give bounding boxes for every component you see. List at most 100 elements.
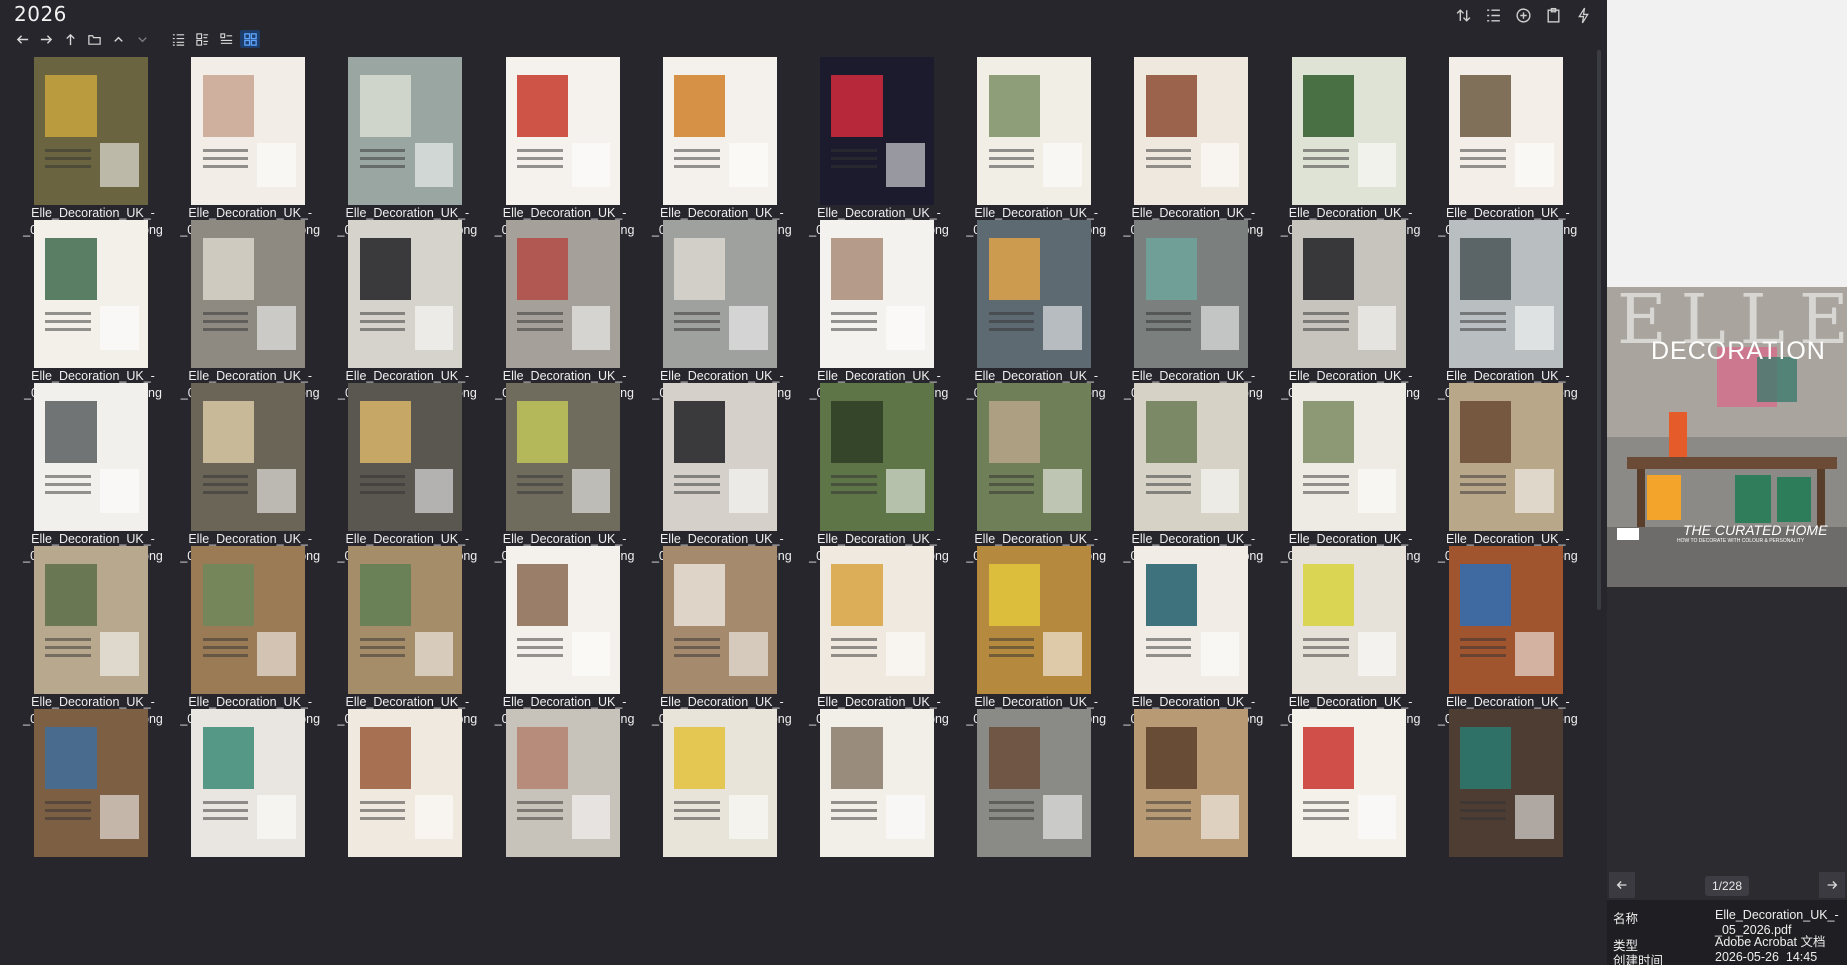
thumbnail-image <box>505 709 620 857</box>
file-thumbnail-item[interactable]: Elle_Decoration_UK_-_05_2026_页面_113.png <box>332 220 482 410</box>
preview-image: ELLE DECORATION THE CURATED HOME HOW TO … <box>1607 287 1847 587</box>
thumbnail-image <box>191 57 306 205</box>
file-thumbnail-item[interactable]: Elle_Decoration_UK_-_05_2026_页面_138.png <box>1118 546 1268 736</box>
file-thumbnail-item[interactable]: Elle_Decoration_UK_-_05_2026_页面_114.png <box>490 220 640 410</box>
file-thumbnail-item[interactable]: Elle_Decoration_UK_-_05_2026_页面_107.png <box>961 57 1111 247</box>
file-thumbnail-item[interactable] <box>18 709 168 899</box>
thumbnail-image <box>348 57 463 205</box>
file-thumbnail-item[interactable]: Elle_Decoration_UK_-_05_2026_页面_116.png <box>804 220 954 410</box>
folder-title: 2026 <box>14 2 67 26</box>
file-thumbnail-item[interactable]: Elle_Decoration_UK_-_05_2026_页面_102.png <box>175 57 325 247</box>
file-thumbnail-item[interactable]: Elle_Decoration_UK_-_05_2026_页面_110.png <box>1433 57 1583 247</box>
file-thumbnail-item[interactable]: Elle_Decoration_UK_-_05_2026_页面_125.png <box>647 383 797 573</box>
filter-list-icon[interactable] <box>1483 5 1503 25</box>
file-thumbnail-item[interactable]: Elle_Decoration_UK_-_05_2026_页面_118.png <box>1118 220 1268 410</box>
file-thumbnail-item[interactable]: Elle_Decoration_UK_-_05_2026_页面_139.png <box>1276 546 1426 736</box>
thumbnail-image <box>1134 383 1249 531</box>
file-thumbnail-item[interactable] <box>647 709 797 899</box>
chevron-down-icon[interactable] <box>132 30 152 48</box>
up-icon[interactable] <box>60 30 80 48</box>
thumbnail-image <box>820 57 934 205</box>
thumbnail-image <box>1448 546 1563 694</box>
file-thumbnail-item[interactable]: Elle_Decoration_UK_-_05_2026_页面_140.png <box>1433 546 1583 736</box>
file-thumbnail-item[interactable]: Elle_Decoration_UK_-_05_2026_页面_104.png <box>490 57 640 247</box>
preview-pane: ELLE DECORATION THE CURATED HOME HOW TO … <box>1607 0 1847 965</box>
folder-icon[interactable] <box>84 30 104 48</box>
sidebar-resize-handle[interactable] <box>0 440 3 480</box>
file-thumbnail-item[interactable]: Elle_Decoration_UK_-_05_2026_页面_131.png <box>18 546 168 736</box>
file-thumbnail-item[interactable]: Elle_Decoration_UK_-_05_2026_页面_130.png <box>1433 383 1583 573</box>
top-right-toolbar <box>1453 5 1593 25</box>
thumbnail-image <box>662 57 777 205</box>
thumbnail-image <box>1134 220 1249 368</box>
list-view-icon[interactable] <box>216 30 236 48</box>
forward-icon[interactable] <box>36 30 56 48</box>
file-thumbnail-item[interactable] <box>804 709 954 899</box>
file-thumbnail-item[interactable]: Elle_Decoration_UK_-_05_2026_页面_132.png <box>175 546 325 736</box>
tiles-view-icon[interactable] <box>192 30 212 48</box>
file-thumbnail-item[interactable]: Elle_Decoration_UK_-_05_2026_页面_126.png <box>804 383 954 573</box>
next-page-button[interactable] <box>1819 872 1845 898</box>
thumbnail-image <box>1291 220 1406 368</box>
file-thumbnail-item[interactable]: Elle_Decoration_UK_-_05_2026_页面_133.png <box>332 546 482 736</box>
file-thumbnail-item[interactable] <box>175 709 325 899</box>
thumbnail-image <box>820 383 934 531</box>
clipboard-icon[interactable] <box>1543 5 1563 25</box>
file-thumbnail-item[interactable]: Elle_Decoration_UK_-_05_2026_页面_123.png <box>332 383 482 573</box>
thumbnail-image <box>1134 709 1249 857</box>
vertical-scrollbar[interactable] <box>1594 50 1604 965</box>
file-browser-pane: 2026 Elle_Decoration_UK_-_05_2026_页面_101… <box>0 0 1607 965</box>
file-thumbnail-item[interactable] <box>961 709 1111 899</box>
file-thumbnail-item[interactable] <box>490 709 640 899</box>
scrollbar-thumb[interactable] <box>1597 50 1601 610</box>
file-thumbnail-item[interactable]: Elle_Decoration_UK_-_05_2026_页面_122.png <box>175 383 325 573</box>
file-thumbnail-item[interactable]: Elle_Decoration_UK_-_05_2026_页面_106.png <box>804 57 954 247</box>
cover-headline: THE CURATED HOME <box>1683 522 1828 538</box>
file-thumbnail-item[interactable]: Elle_Decoration_UK_-_05_2026_页面_111.png <box>18 220 168 410</box>
thumbnail-image <box>1291 383 1406 531</box>
previous-page-button[interactable] <box>1609 872 1635 898</box>
thumbnail-image <box>977 383 1092 531</box>
file-thumbnail-item[interactable]: Elle_Decoration_UK_-_05_2026_页面_124.png <box>490 383 640 573</box>
file-thumbnail-item[interactable] <box>332 709 482 899</box>
back-icon[interactable] <box>12 30 32 48</box>
file-thumbnail-item[interactable]: Elle_Decoration_UK_-_05_2026_页面_127.png <box>961 383 1111 573</box>
thumbnail-image <box>820 709 934 857</box>
file-thumbnail-item[interactable]: Elle_Decoration_UK_-_05_2026_页面_101.png <box>18 57 168 247</box>
thumbnail-image <box>662 220 777 368</box>
file-thumbnail-item[interactable] <box>1276 709 1426 899</box>
sort-icon[interactable] <box>1453 5 1473 25</box>
thumbnail-image <box>1448 220 1563 368</box>
thumbnail-image <box>505 383 620 531</box>
file-thumbnail-item[interactable]: Elle_Decoration_UK_-_05_2026_页面_137.png <box>961 546 1111 736</box>
file-thumbnail-item[interactable] <box>1118 709 1268 899</box>
file-thumbnail-item[interactable]: Elle_Decoration_UK_-_05_2026_页面_112.png <box>175 220 325 410</box>
file-thumbnail-item[interactable]: Elle_Decoration_UK_-_05_2026_页面_119.png <box>1276 220 1426 410</box>
file-thumbnail-item[interactable]: Elle_Decoration_UK_-_05_2026_页面_129.png <box>1276 383 1426 573</box>
file-thumbnail-item[interactable]: Elle_Decoration_UK_-_05_2026_页面_128.png <box>1118 383 1268 573</box>
thumbnail-image <box>348 220 463 368</box>
file-thumbnail-item[interactable]: Elle_Decoration_UK_-_05_2026_页面_108.png <box>1118 57 1268 247</box>
preview-blank-area <box>1607 0 1847 287</box>
file-thumbnail-item[interactable]: Elle_Decoration_UK_-_05_2026_页面_135.png <box>647 546 797 736</box>
file-thumbnail-item[interactable]: Elle_Decoration_UK_-_05_2026_页面_134.png <box>490 546 640 736</box>
file-thumbnail-item[interactable]: Elle_Decoration_UK_-_05_2026_页面_103.png <box>332 57 482 247</box>
file-thumbnail-item[interactable]: Elle_Decoration_UK_-_05_2026_页面_109.png <box>1276 57 1426 247</box>
type-value: Adobe Acrobat 文档 <box>1715 935 1826 949</box>
file-thumbnail-item[interactable]: Elle_Decoration_UK_-_05_2026_页面_105.png <box>647 57 797 247</box>
thumbnail-image <box>1134 57 1249 205</box>
add-icon[interactable] <box>1513 5 1533 25</box>
arrow-left-icon <box>1616 881 1627 889</box>
file-thumbnail-item[interactable]: Elle_Decoration_UK_-_05_2026_页面_136.png <box>804 546 954 736</box>
file-explorer-window: 2026 Elle_Decoration_UK_-_05_2026_页面_101… <box>0 0 1847 965</box>
chevron-up-icon[interactable] <box>108 30 128 48</box>
file-thumbnail-item[interactable] <box>1433 709 1583 899</box>
file-thumbnail-item[interactable]: Elle_Decoration_UK_-_05_2026_页面_117.png <box>961 220 1111 410</box>
file-thumbnail-item[interactable]: Elle_Decoration_UK_-_05_2026_页面_115.png <box>647 220 797 410</box>
file-thumbnail-item[interactable]: Elle_Decoration_UK_-_05_2026_页面_120.png <box>1433 220 1583 410</box>
file-thumbnail-item[interactable]: Elle_Decoration_UK_-_05_2026_页面_121.png <box>18 383 168 573</box>
details-view-icon[interactable] <box>168 30 188 48</box>
thumbnails-view-icon[interactable] <box>240 30 260 48</box>
lightning-icon[interactable] <box>1573 5 1593 25</box>
thumbnail-image <box>505 57 620 205</box>
